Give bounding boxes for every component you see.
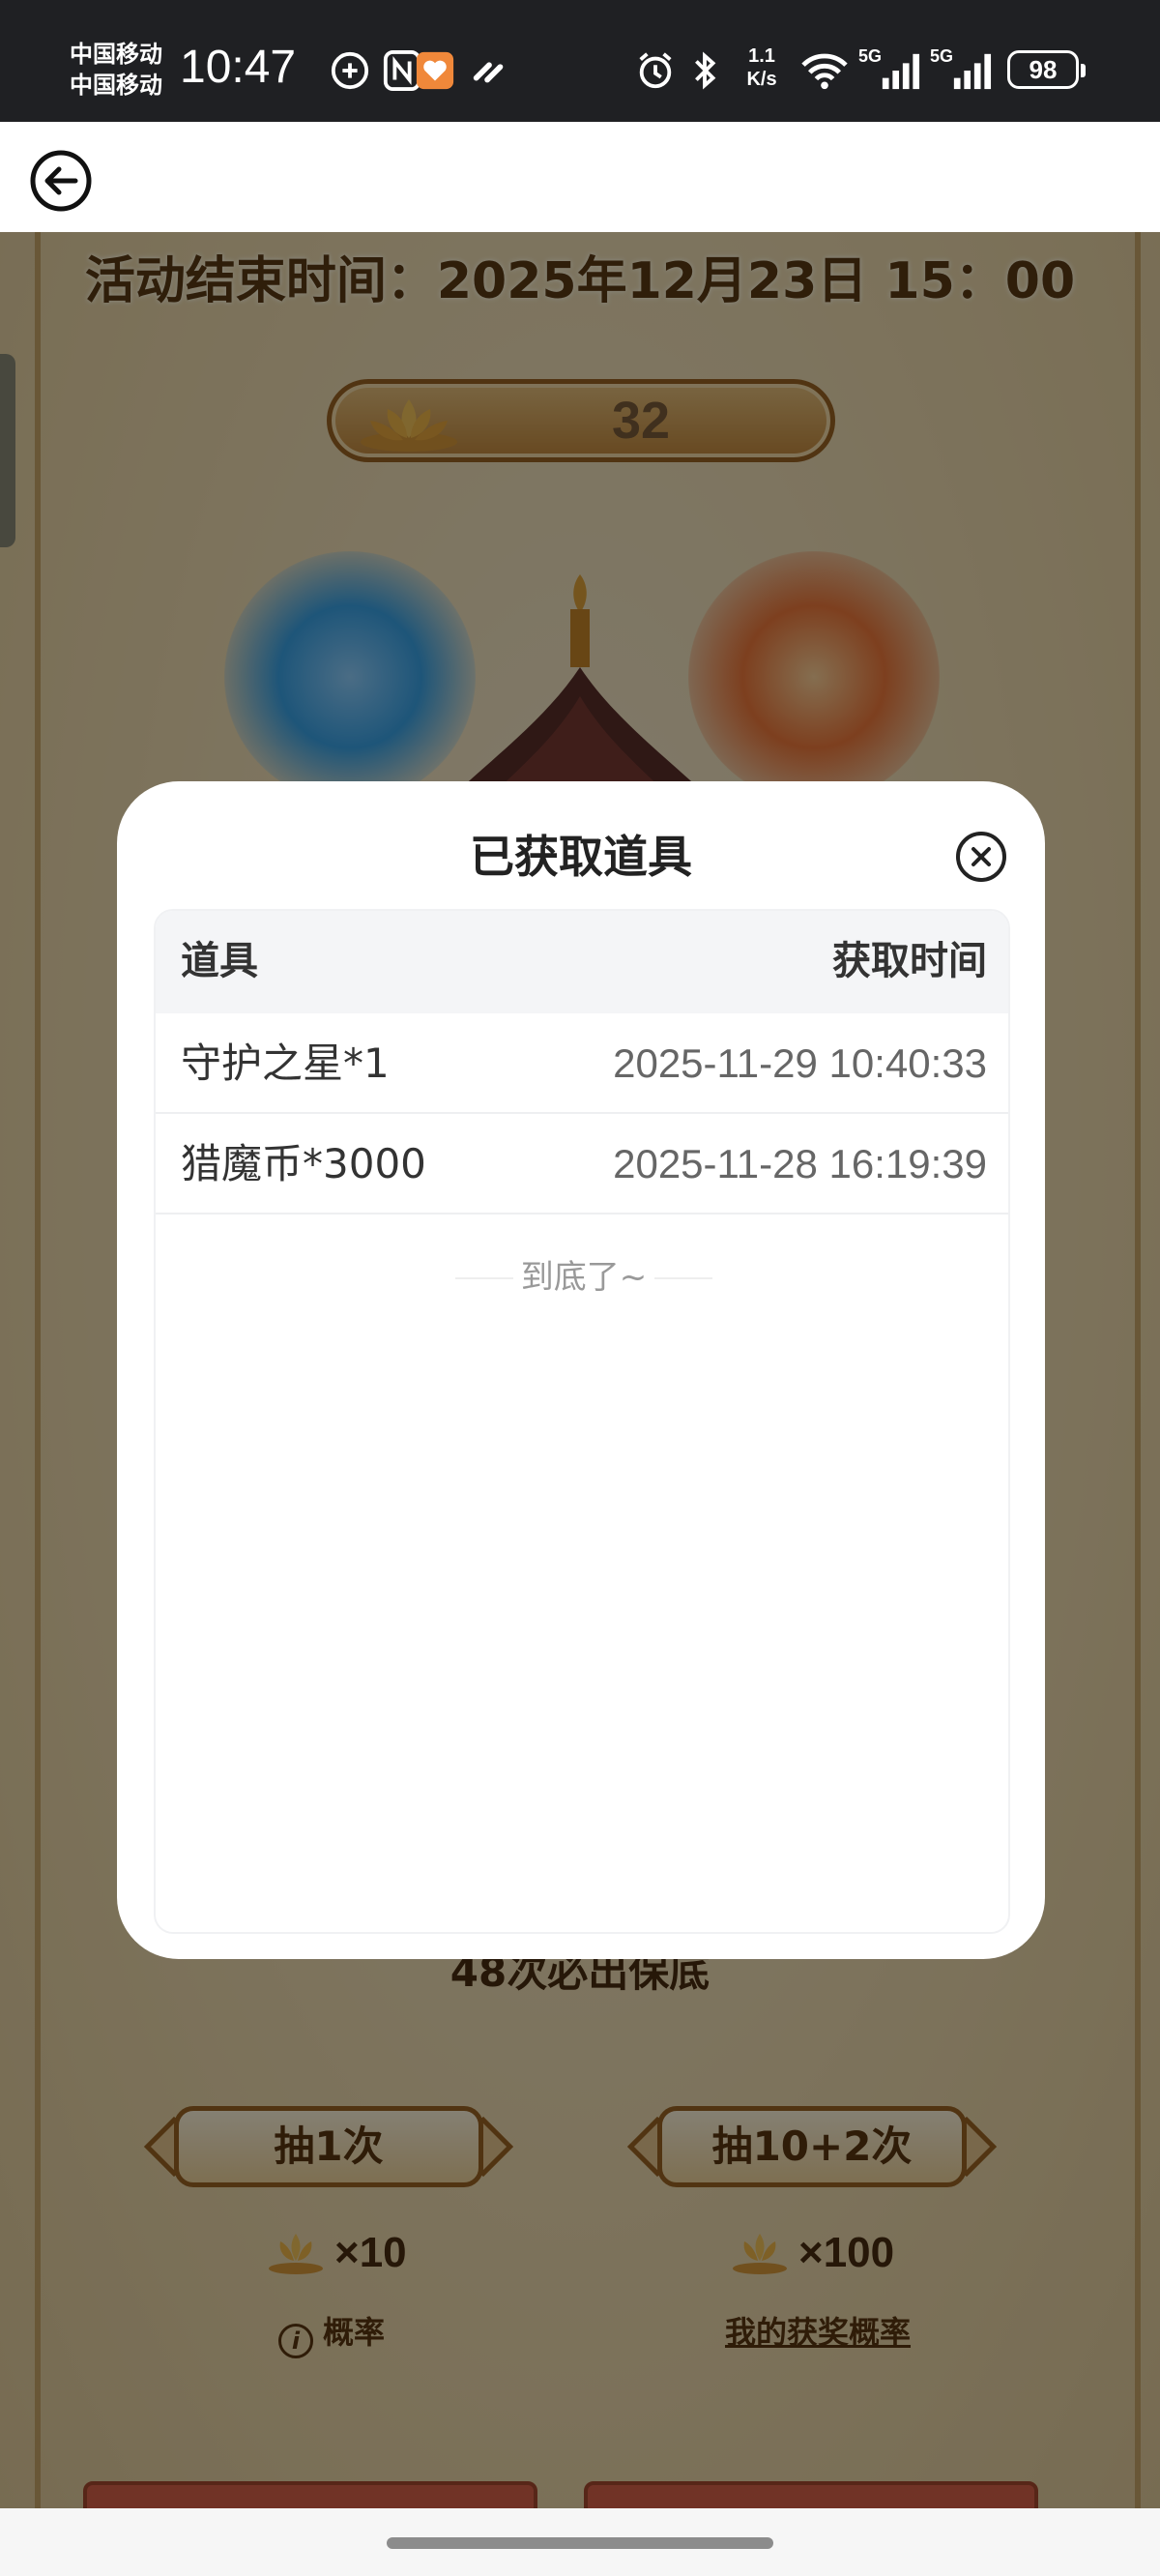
column-header-time: 获取时间 xyxy=(832,939,987,983)
gesture-bar xyxy=(0,2508,1160,2576)
network-speed-unit: K/s xyxy=(746,69,777,90)
data-saver-icon xyxy=(331,51,369,90)
battery-icon: 98 xyxy=(1007,50,1086,89)
home-indicator[interactable] xyxy=(387,2537,773,2549)
status-time: 10:47 xyxy=(180,42,297,93)
bluetooth-icon xyxy=(695,51,716,90)
status-bar: 中国移动 中国移动 10:47 1.1 K/s 5G 5G 98 xyxy=(0,0,1160,122)
column-header-item: 道具 xyxy=(181,939,258,983)
wifi-icon xyxy=(801,53,848,90)
carrier-1: 中国移动 xyxy=(70,41,162,68)
close-circle-icon[interactable] xyxy=(954,830,1008,884)
divider xyxy=(654,1277,712,1279)
end-of-list-note: 到底了~ xyxy=(156,1253,1008,1302)
modal-title: 已获取道具 xyxy=(470,831,692,883)
network-speed-value: 1.1 xyxy=(748,45,775,67)
table-row: 猎魔币*3000 2025-11-28 16:19:39 xyxy=(156,1114,1008,1215)
row-item: 猎魔币*3000 xyxy=(181,1140,426,1187)
back-arrow-icon[interactable] xyxy=(29,149,93,213)
health-app-icon xyxy=(416,51,454,90)
table-row: 守护之星*1 2025-11-29 10:40:33 xyxy=(156,1013,1008,1114)
alarm-icon xyxy=(639,52,672,89)
end-of-list-text: 到底了~ xyxy=(520,1258,648,1297)
items-table: 道具 获取时间 守护之星*1 2025-11-29 10:40:33 猎魔币*3… xyxy=(154,909,1010,1934)
row-item: 守护之星*1 xyxy=(181,1039,390,1087)
network-speed: 1.1 K/s xyxy=(740,44,783,91)
acquired-items-modal: 已获取道具 道具 获取时间 守护之星*1 2025-11-29 10:40:33… xyxy=(117,781,1045,1959)
row-time: 2025-11-28 16:19:39 xyxy=(613,1141,987,1186)
link-app-icon xyxy=(473,62,504,83)
table-header: 道具 获取时间 xyxy=(156,911,1008,1013)
carrier-labels: 中国移动 中国移动 xyxy=(70,39,162,101)
signal-1-icon xyxy=(882,53,920,90)
nav-bar xyxy=(0,122,1160,232)
carrier-2: 中国移动 xyxy=(70,72,162,99)
signal-2-icon xyxy=(953,53,992,90)
divider xyxy=(455,1277,513,1279)
row-time: 2025-11-29 10:40:33 xyxy=(613,1040,987,1086)
